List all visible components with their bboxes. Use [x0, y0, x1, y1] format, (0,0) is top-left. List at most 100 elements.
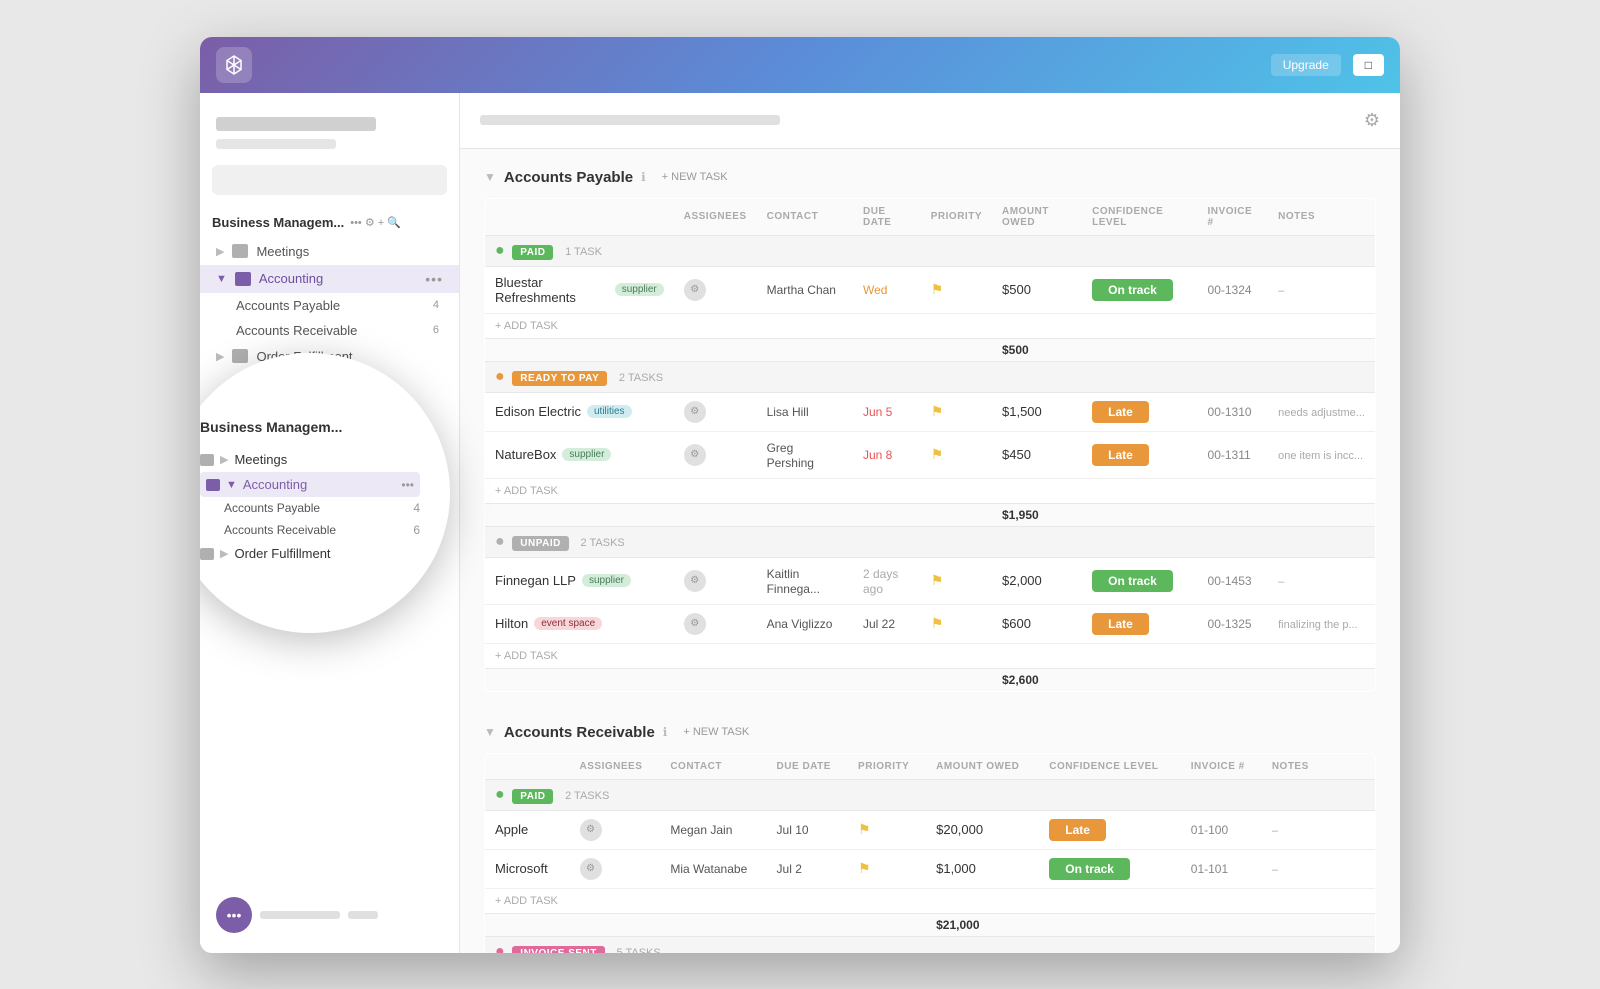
- priority-flag-0-0: ⚑: [858, 821, 871, 837]
- confidence-btn-1-1[interactable]: Late: [1092, 444, 1149, 466]
- assignee-icon-0-0: ⚙: [580, 819, 602, 841]
- col-confidence-r: CONFIDENCE LEVEL: [1039, 753, 1181, 779]
- group-badge-2: UNPAID: [512, 536, 569, 551]
- zoom-workspace-title: Business Managem...: [200, 419, 342, 435]
- add-task-row-0[interactable]: + ADD TASK: [485, 313, 1376, 338]
- invoice-cell-2-0: 00-1453: [1198, 557, 1269, 604]
- add-task-row-1[interactable]: + ADD TASK: [485, 478, 1376, 503]
- contact-cell-0-0: Martha Chan: [757, 266, 853, 313]
- task-row-1-1[interactable]: NatureBox supplier ⚙ Greg Pershing Jun 8…: [485, 431, 1376, 478]
- due-date-cell-2-0: 2 days ago: [853, 557, 921, 604]
- sidebar: Business Managem... ••• ⚙ + 🔍 ▶ Meetings…: [200, 93, 460, 953]
- zoom-sub-accounts-receivable[interactable]: Accounts Receivable 6: [200, 519, 420, 541]
- zoom-accounting-label: Accounting: [243, 477, 307, 492]
- settings-icon[interactable]: ⚙: [1364, 110, 1380, 131]
- folder-icon-meetings: [232, 244, 248, 258]
- zoom-order-fulfillment-item[interactable]: ▶ Order Fulfillment: [200, 541, 420, 566]
- col-due-date-r: DUE DATE: [767, 753, 849, 779]
- new-task-payable-button[interactable]: + NEW TASK: [654, 169, 736, 185]
- priority-cell-2-1: ⚑: [921, 604, 992, 643]
- amount-1-0: $1,500: [1002, 404, 1042, 419]
- zoom-accounting-item[interactable]: ▼ Accounting •••: [200, 472, 420, 497]
- task-row-0-0[interactable]: Bluestar Refreshments supplier ⚙ Martha …: [485, 266, 1376, 313]
- confidence-btn-2-1[interactable]: Late: [1092, 613, 1149, 635]
- subtotal-amount-2: $2,600: [992, 668, 1082, 691]
- confidence-btn-2-0[interactable]: On track: [1092, 570, 1173, 592]
- notes-text-0-1: –: [1272, 864, 1278, 876]
- accounts-payable-count: 4: [433, 299, 439, 311]
- sidebar-item-meetings[interactable]: ▶ Meetings: [200, 238, 459, 265]
- priority-flag-2-0: ⚑: [931, 572, 944, 588]
- task-row-2-0[interactable]: Finnegan LLP supplier ⚙ Kaitlin Finnega.…: [485, 557, 1376, 604]
- amount-1-1: $450: [1002, 447, 1031, 462]
- col-priority: PRIORITY: [921, 198, 992, 235]
- due-date-cell-1-0: Jun 5: [853, 392, 921, 431]
- browser-frame: Upgrade □ Business Managem... ••• ⚙ + 🔍 …: [200, 37, 1400, 953]
- zoom-folder-accounting: [206, 479, 220, 491]
- zoom-sub-receivable-count: 6: [413, 523, 420, 537]
- upgrade-button[interactable]: Upgrade: [1271, 54, 1341, 76]
- section-header-receivable: ▼ Accounts Receivable ℹ + NEW TASK: [484, 724, 1376, 741]
- zoom-accounting-dots[interactable]: •••: [401, 478, 414, 492]
- task-row-2-1[interactable]: Hilton event space ⚙ Ana Viglizzo Jul 22…: [485, 604, 1376, 643]
- task-row-1-0[interactable]: Edison Electric utilities ⚙ Lisa Hill Ju…: [485, 392, 1376, 431]
- assignee-icon-2-1: ⚙: [684, 613, 706, 635]
- notes-text-2-1: finalizing the p...: [1278, 619, 1358, 631]
- invoice-cell-0-0: 00-1324: [1198, 266, 1269, 313]
- zoom-order-fulfillment-label: Order Fulfillment: [234, 546, 330, 561]
- group-badge-0: PAID: [512, 245, 553, 260]
- notes-text-0-0: –: [1278, 285, 1284, 297]
- contact-cell-1-1: Greg Pershing: [757, 431, 853, 478]
- section-info-payable: ℹ: [641, 170, 646, 184]
- sidebar-label-accounts-payable: Accounts Payable: [236, 298, 433, 313]
- tag-1-0: utilities: [587, 405, 632, 418]
- section-title-receivable: Accounts Receivable: [504, 724, 655, 741]
- sidebar-search[interactable]: [212, 165, 447, 195]
- amount-cell-0-0: $20,000: [926, 810, 1039, 849]
- chat-icon[interactable]: •••: [216, 897, 252, 933]
- window-button[interactable]: □: [1353, 54, 1384, 76]
- task-name-cell-1-1: NatureBox supplier: [485, 431, 674, 478]
- col-priority-r: PRIORITY: [848, 753, 926, 779]
- amount-0-0: $20,000: [936, 822, 983, 837]
- assignee-cell-1-1: ⚙: [674, 431, 757, 478]
- sidebar-subtitle-bar: [216, 139, 336, 149]
- subtotal-row-1: $1,950: [485, 503, 1376, 526]
- zoom-meetings-item[interactable]: ▶ Meetings: [200, 447, 420, 472]
- confidence-btn-0-0[interactable]: Late: [1049, 819, 1106, 841]
- invoice-cell-1-0: 00-1310: [1198, 392, 1269, 431]
- group-count-0: 1 TASK: [565, 246, 602, 258]
- confidence-cell-2-1: Late: [1082, 604, 1197, 643]
- app-body: Business Managem... ••• ⚙ + 🔍 ▶ Meetings…: [200, 93, 1400, 953]
- new-task-receivable-button[interactable]: + NEW TASK: [675, 724, 757, 740]
- contact-name-1-1: Greg Pershing: [767, 441, 814, 470]
- sidebar-item-accounting[interactable]: ▼ Accounting •••: [200, 265, 459, 293]
- add-task-row-0[interactable]: + ADD TASK: [485, 888, 1376, 913]
- assignee-cell-2-1: ⚙: [674, 604, 757, 643]
- task-row-0-0[interactable]: Apple ⚙ Megan Jain Jul 10 ⚑ $20,000: [485, 810, 1376, 849]
- add-task-row-2[interactable]: + ADD TASK: [485, 643, 1376, 668]
- sidebar-item-accounts-payable[interactable]: Accounts Payable 4: [200, 293, 459, 318]
- col-due-date: DUE DATE: [853, 198, 921, 235]
- col-amount-owed: AMOUNT OWED: [992, 198, 1082, 235]
- accounts-receivable-table: ASSIGNEES CONTACT DUE DATE PRIORITY AMOU…: [484, 753, 1376, 953]
- confidence-btn-1-0[interactable]: Late: [1092, 401, 1149, 423]
- priority-flag-1-1: ⚑: [931, 446, 944, 462]
- app-header: Upgrade □: [200, 37, 1400, 93]
- section-toggle-receivable[interactable]: ▼: [484, 725, 496, 739]
- top-bar: ⚙: [460, 93, 1400, 149]
- task-row-0-1[interactable]: Microsoft ⚙ Mia Watanabe Jul 2 ⚑ $1,: [485, 849, 1376, 888]
- sidebar-item-accounts-receivable[interactable]: Accounts Receivable 6: [200, 318, 459, 343]
- section-toggle-payable[interactable]: ▼: [484, 170, 496, 184]
- due-date-cell-0-1: Jul 2: [767, 849, 849, 888]
- priority-flag-2-1: ⚑: [931, 615, 944, 631]
- zoom-sub-accounts-payable[interactable]: Accounts Payable 4: [200, 497, 420, 519]
- notes-text-1-1: one item is incc...: [1278, 450, 1363, 462]
- confidence-btn-0-1[interactable]: On track: [1049, 858, 1130, 880]
- confidence-btn-0-0[interactable]: On track: [1092, 279, 1173, 301]
- group-row-2: ● UNPAID 2 TASKS: [485, 526, 1376, 557]
- accounting-more-icon[interactable]: •••: [425, 271, 443, 287]
- sidebar-chat: •••: [216, 897, 378, 933]
- group-count-2: 2 TASKS: [581, 537, 625, 549]
- assignee-icon-1-1: ⚙: [684, 444, 706, 466]
